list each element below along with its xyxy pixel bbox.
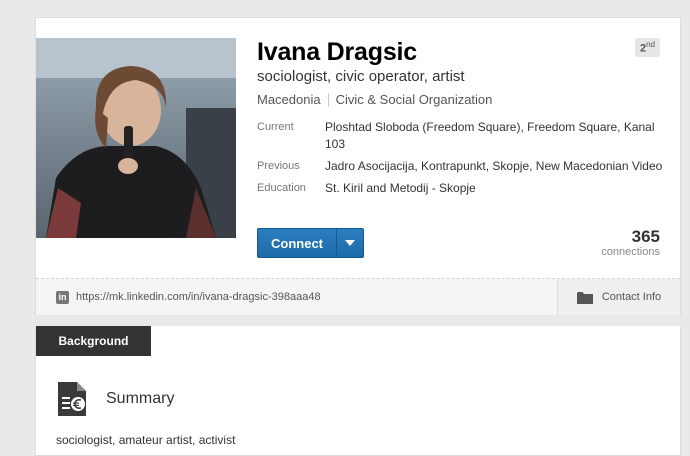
background-tab[interactable]: Background xyxy=(36,326,151,356)
detail-value[interactable]: St. Kiril and Metodij - Skopje xyxy=(325,180,667,197)
industry-link[interactable]: Civic & Social Organization xyxy=(336,92,493,107)
detail-row-previous: Previous Jadro Asocijacija, Kontrapunkt,… xyxy=(257,158,667,175)
connection-degree-badge: 2nd xyxy=(634,38,660,57)
profile-details: Current Ploshtad Sloboda (Freedom Square… xyxy=(257,119,667,202)
connect-button[interactable]: Connect xyxy=(258,229,336,257)
connections-number: 365 xyxy=(631,227,660,246)
degree-suffix: nd xyxy=(646,40,655,49)
connect-button-group: Connect xyxy=(257,228,364,258)
caret-down-icon xyxy=(345,240,355,246)
detail-value[interactable]: Ploshtad Sloboda (Freedom Square), Freed… xyxy=(325,119,667,153)
background-section: Background Summary sociologist, amateur … xyxy=(35,326,681,456)
detail-label: Current xyxy=(257,121,294,133)
detail-label: Education xyxy=(257,182,306,194)
detail-row-current: Current Ploshtad Sloboda (Freedom Square… xyxy=(257,119,667,153)
connections-count: 365 connections xyxy=(601,227,660,259)
location-industry-line: Macedonia Civic & Social Organization xyxy=(257,92,492,107)
connect-dropdown-button[interactable] xyxy=(336,229,363,257)
summary-title: Summary xyxy=(106,390,175,407)
contact-info-label: Contact Info xyxy=(601,291,662,303)
profile-name: Ivana Dragsic xyxy=(257,38,417,66)
contact-info-button[interactable]: Contact Info xyxy=(557,279,680,315)
document-icon xyxy=(58,382,88,421)
detail-label: Previous xyxy=(257,160,300,172)
profile-headline: sociologist, civic operator, artist xyxy=(257,68,465,85)
summary-text: sociologist, amateur artist, activist xyxy=(56,433,236,447)
connections-label: connections xyxy=(601,246,660,258)
folder-icon xyxy=(576,291,593,304)
profile-photo[interactable] xyxy=(36,38,236,238)
location-link[interactable]: Macedonia xyxy=(257,92,321,107)
profile-footer: in https://mk.linkedin.com/in/ivana-drag… xyxy=(36,279,680,315)
public-profile-url[interactable]: https://mk.linkedin.com/in/ivana-dragsic… xyxy=(76,291,321,303)
profile-card: 2nd Ivana Dragsic sociologist, civic ope… xyxy=(35,17,681,315)
linkedin-icon: in xyxy=(56,290,69,304)
separator xyxy=(327,92,329,107)
detail-value[interactable]: Jadro Asocijacija, Kontrapunkt, Skopje, … xyxy=(325,158,667,175)
detail-row-education: Education St. Kiril and Metodij - Skopje xyxy=(257,180,667,197)
